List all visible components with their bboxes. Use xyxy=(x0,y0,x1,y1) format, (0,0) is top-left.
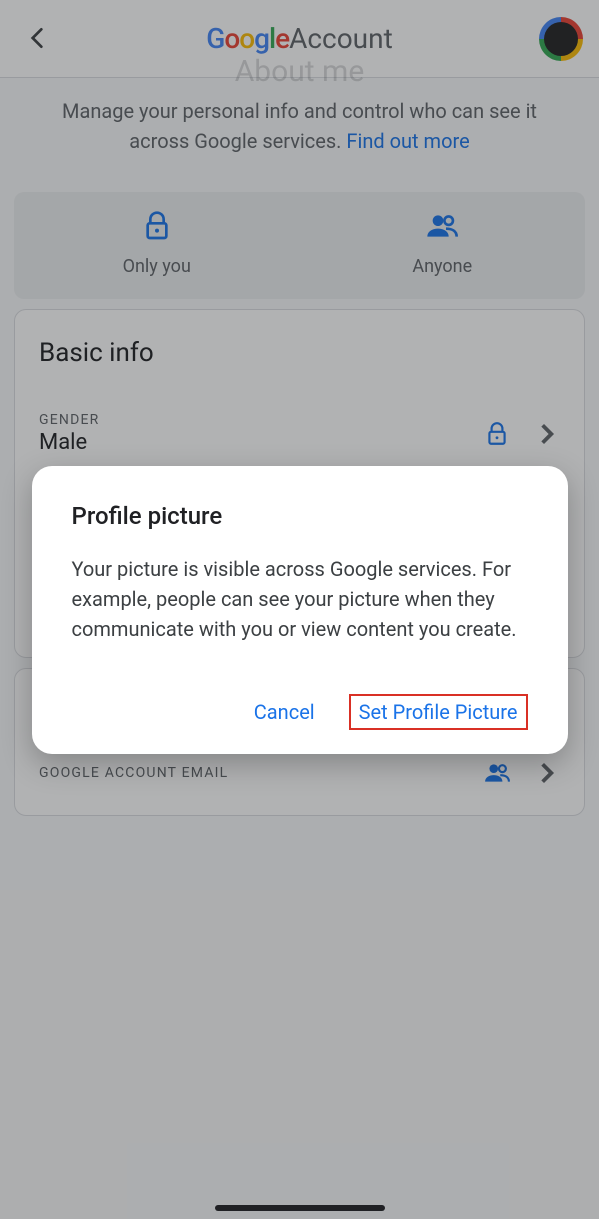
set-profile-picture-button[interactable]: Set Profile Picture xyxy=(349,694,528,730)
profile-picture-dialog: Profile picture Your picture is visible … xyxy=(32,466,568,754)
dialog-body: Your picture is visible across Google se… xyxy=(72,554,528,644)
cancel-button[interactable]: Cancel xyxy=(246,694,323,730)
dialog-title: Profile picture xyxy=(72,502,528,530)
home-indicator[interactable] xyxy=(215,1205,385,1211)
dialog-actions: Cancel Set Profile Picture xyxy=(72,694,528,730)
modal-overlay[interactable]: Profile picture Your picture is visible … xyxy=(0,0,599,1219)
